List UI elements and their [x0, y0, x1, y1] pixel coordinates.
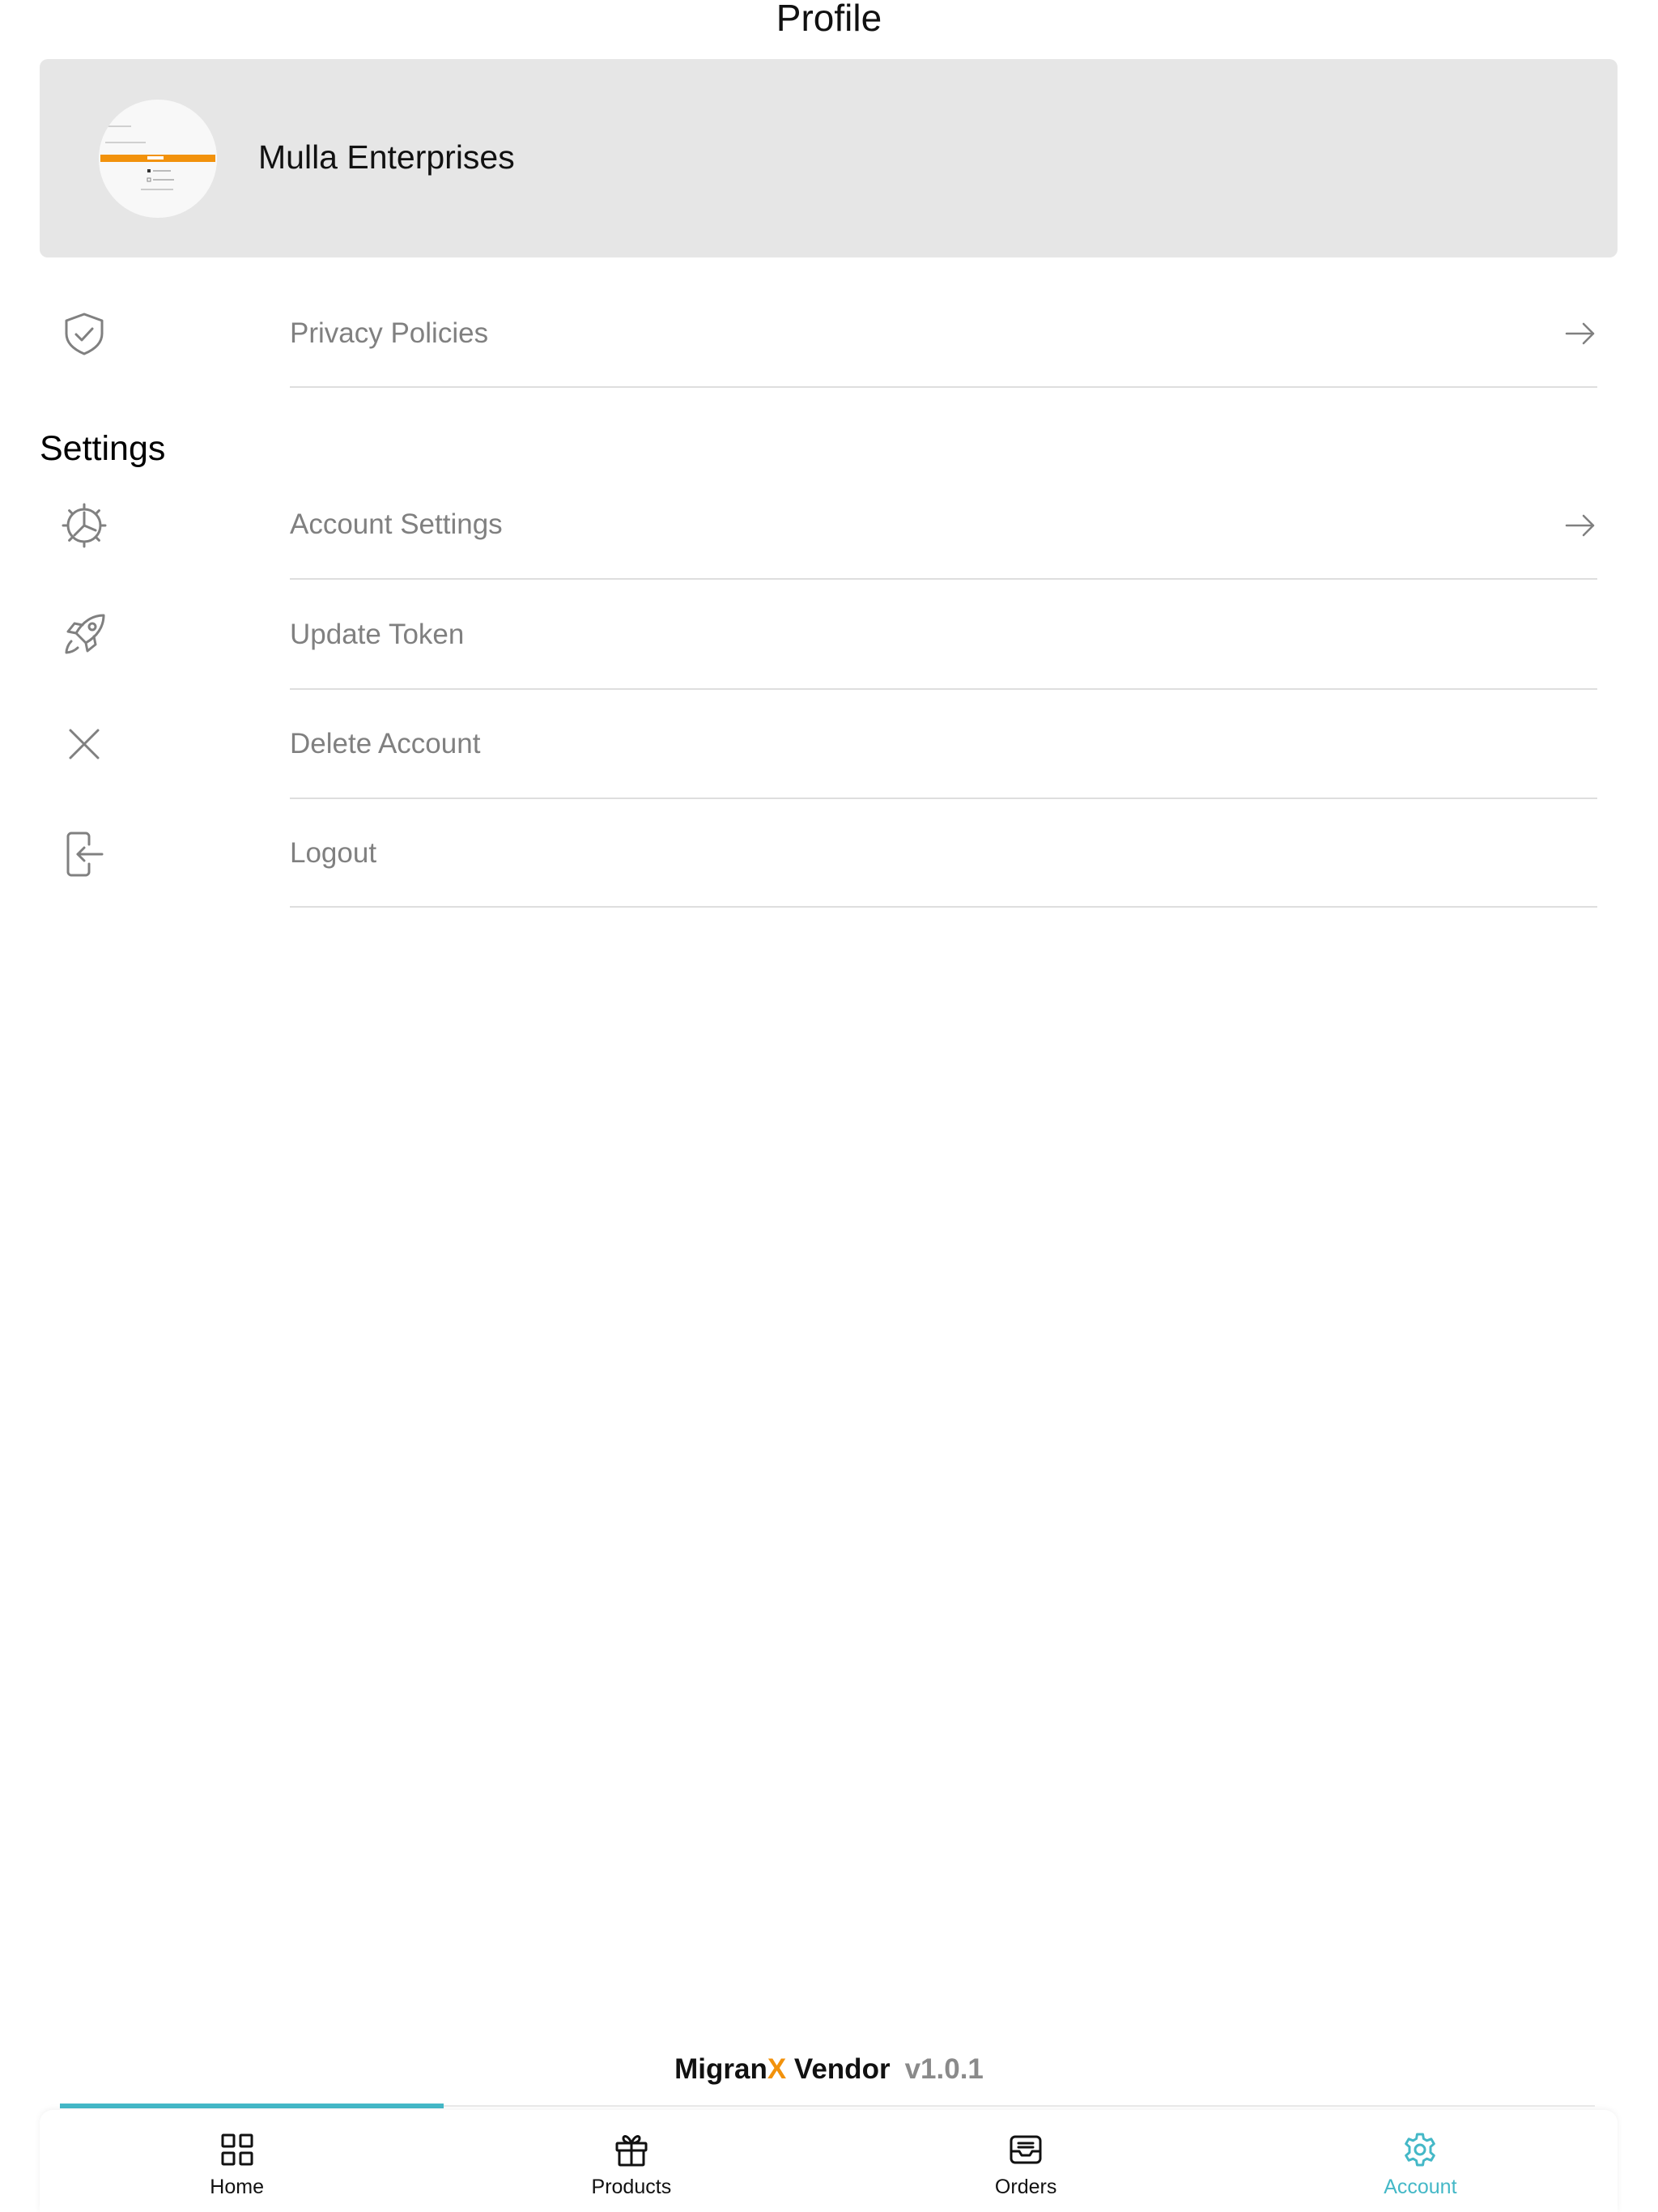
tab-products[interactable]: Products [434, 2110, 828, 2212]
divider [290, 906, 1597, 908]
gear-icon [60, 501, 108, 550]
settings-section-title: Settings [40, 429, 166, 468]
gift-icon [613, 2131, 650, 2168]
divider [290, 578, 1597, 580]
divider [290, 798, 1597, 799]
profile-name: Mulla Enterprises [258, 138, 515, 176]
tab-label: Account [1384, 2176, 1457, 2198]
bottom-tab-bar: Home Products Orders Account [40, 2110, 1618, 2212]
rocket-icon [60, 610, 108, 659]
tab-home[interactable]: Home [40, 2110, 434, 2212]
app-brand-version: MigranX Vendor v1.0.1 [0, 2052, 1658, 2087]
menu-item-label: Update Token [290, 619, 465, 650]
divider [290, 688, 1597, 690]
tab-label: Home [210, 2176, 264, 2198]
menu-item-label: Delete Account [290, 728, 481, 759]
logout-icon [60, 830, 108, 878]
tab-orders[interactable]: Orders [829, 2110, 1223, 2212]
menu-item-label: Logout [290, 837, 377, 869]
divider [290, 386, 1597, 388]
gear-icon [1401, 2131, 1439, 2168]
arrow-right-icon [1564, 317, 1596, 350]
avatar-thumbnail-image [99, 100, 217, 218]
tab-label: Products [591, 2176, 672, 2198]
menu-item-logout[interactable]: Logout [0, 0, 1658, 908]
tab-indicator [60, 2104, 444, 2108]
profile-avatar [99, 100, 217, 218]
close-icon [60, 720, 108, 768]
tab-label: Orders [994, 2176, 1057, 2198]
menu-item-label: Privacy Policies [290, 317, 489, 349]
tab-indicator-track [60, 2104, 1595, 2108]
brand-name-suffix: Vendor [786, 2053, 891, 2085]
menu-item-label: Account Settings [290, 508, 503, 540]
arrow-right-icon [1564, 509, 1596, 542]
brand-name-prefix: Migran [674, 2053, 767, 2085]
app-version: v1.0.1 [904, 2053, 984, 2085]
tab-account[interactable]: Account [1223, 2110, 1618, 2212]
inbox-icon [1007, 2131, 1044, 2168]
shield-check-icon [60, 309, 108, 358]
grid-icon [219, 2131, 256, 2168]
brand-name-x: X [767, 2053, 787, 2085]
